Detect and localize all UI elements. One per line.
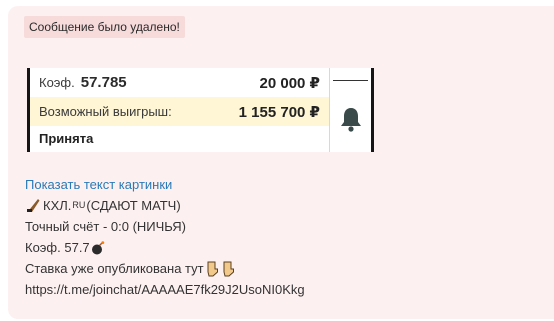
status-row: Принята	[30, 125, 329, 152]
pointing-down-icon	[207, 261, 218, 276]
published-line: Ставка уже опубликована тут	[25, 258, 305, 279]
team-prefix: КХЛ.	[43, 198, 72, 213]
show-image-text-link[interactable]: Показать текст картинки	[25, 174, 172, 195]
message-text: Показать текст картинки КХЛ. RU (СДАЮТ М…	[25, 174, 305, 300]
coef-value: 57.785	[80, 73, 127, 91]
stake-amount: 20 000 ₽	[259, 74, 320, 92]
bet-status: Принята	[39, 131, 94, 146]
team-suffix: (СДАЮТ МАТЧ)	[86, 198, 181, 213]
coef-stake-row: Коэф. 57.785 20 000 ₽	[30, 68, 329, 97]
dash-icon	[333, 80, 368, 81]
coef-label: Коэф.	[39, 74, 75, 90]
possible-win-amount: 1 155 700 ₽	[238, 103, 320, 121]
exact-score-line: Точный счёт - 0:0 (НИЧЬЯ)	[25, 219, 186, 234]
published-text: Ставка уже опубликована тут	[25, 261, 204, 276]
pointing-down-icon	[223, 261, 234, 276]
bomb-icon	[91, 240, 104, 254]
possible-win-row: Возможный выигрыш: 1 155 700 ₽	[30, 97, 329, 126]
coef-line: Коэф. 57.7	[25, 237, 305, 258]
team-line: КХЛ. RU (СДАЮТ МАТЧ)	[25, 195, 305, 216]
coef-group: Коэф. 57.785	[39, 74, 127, 92]
team-domain: RU	[72, 200, 86, 210]
hockey-stick-icon	[27, 198, 40, 212]
deleted-notice-badge: Сообщение было удалено!	[24, 16, 185, 38]
invite-url[interactable]: https://t.me/joinchat/AAAAAE7fk29J2UsoNI…	[25, 279, 305, 300]
possible-win-label: Возможный выигрыш:	[39, 104, 172, 119]
bet-slip-card[interactable]: Коэф. 57.785 20 000 ₽ Возможный выигрыш: …	[27, 68, 374, 152]
coef-text: Коэф. 57.7	[25, 240, 90, 255]
bell-icon[interactable]	[340, 106, 362, 132]
card-side-panel	[329, 68, 371, 152]
